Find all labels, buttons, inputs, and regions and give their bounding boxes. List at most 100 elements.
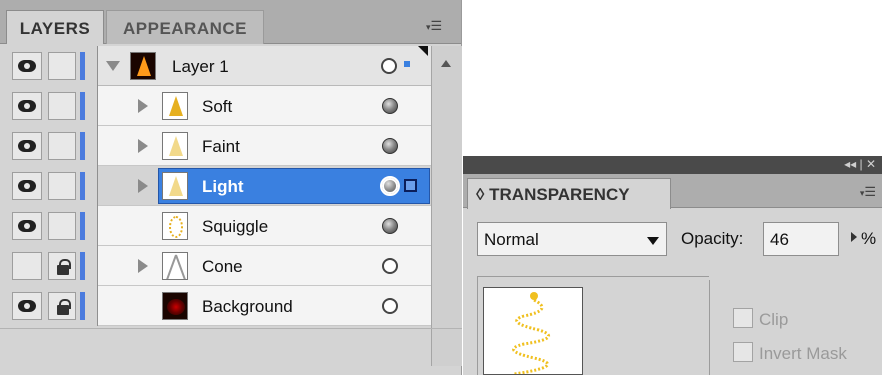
target-circle-icon[interactable]: [382, 258, 398, 274]
layer-row-body[interactable]: Faint: [98, 126, 431, 166]
layer-name[interactable]: Soft: [202, 97, 232, 117]
layer-name[interactable]: Faint: [202, 137, 240, 157]
layer-thumbnail: [130, 52, 156, 80]
transparency-tabbar: ◊ TRANSPARENCY ▾☰: [463, 174, 882, 209]
target-circle-icon[interactable]: [380, 176, 400, 196]
layer-thumbnail: [162, 92, 188, 120]
lock-toggle[interactable]: [48, 92, 76, 120]
layer-row-body[interactable]: Squiggle: [98, 206, 431, 246]
target-circle-icon[interactable]: [382, 218, 398, 234]
opacity-unit: %: [861, 229, 877, 248]
blend-mode-dropdown[interactable]: Normal: [477, 222, 667, 256]
eye-icon: [18, 180, 36, 192]
expand-triangle-icon[interactable]: [138, 139, 148, 153]
layer-row-cone[interactable]: Cone: [0, 246, 462, 286]
panel-menu-icon[interactable]: ▾☰: [426, 18, 442, 34]
visibility-toggle[interactable]: [12, 172, 42, 200]
lock-icon: [57, 299, 71, 315]
collapse-close-controls[interactable]: ◂◂ | ✕: [844, 157, 876, 171]
target-circle-icon[interactable]: [382, 138, 398, 154]
spiral-tree-icon: [512, 292, 551, 374]
clip-label: Clip: [759, 310, 789, 329]
selection-indicator[interactable]: [404, 179, 417, 192]
layer-thumbnail: [162, 132, 188, 160]
collapse-arrows-icon[interactable]: ◊: [476, 185, 484, 204]
tab-layers[interactable]: LAYERS: [6, 10, 104, 44]
layer-row-soft[interactable]: Soft: [0, 86, 462, 126]
layer-row-light[interactable]: Light: [0, 166, 462, 206]
layer-color-indicator: [80, 292, 85, 320]
layer-color-indicator: [80, 52, 85, 80]
current-layer-flag-icon: [418, 46, 428, 56]
target-circle-icon[interactable]: [382, 298, 398, 314]
target-circle-icon[interactable]: [381, 58, 397, 74]
clip-checkbox[interactable]: [733, 308, 753, 328]
eye-icon: [18, 220, 36, 232]
layer-thumbnail: [162, 252, 188, 280]
visibility-toggle[interactable]: [12, 292, 42, 320]
layer-row-body[interactable]: Soft: [98, 86, 431, 126]
layers-tabbar: LAYERS APPEARANCE ▾☰: [0, 0, 461, 44]
layer-name[interactable]: Squiggle: [202, 217, 268, 237]
layer-name[interactable]: Background: [202, 297, 293, 317]
eye-icon: [18, 140, 36, 152]
layers-scrollbar[interactable]: [431, 46, 462, 366]
layer-thumbnail: [162, 292, 188, 320]
selection-indicator: [404, 61, 410, 67]
panel-menu-icon[interactable]: ▾☰: [860, 184, 876, 200]
blend-mode-value: Normal: [484, 230, 539, 249]
layers-panel: LAYERS APPEARANCE ▾☰ Layer 1 Soft Faint …: [0, 0, 462, 375]
invert-mask-checkbox[interactable]: [733, 342, 753, 362]
layer-row-background[interactable]: Background: [0, 286, 462, 326]
opacity-input[interactable]: 46: [763, 222, 839, 256]
tab-transparency[interactable]: ◊ TRANSPARENCY: [467, 178, 671, 209]
lock-toggle[interactable]: [48, 292, 76, 320]
expand-triangle-icon[interactable]: [106, 61, 120, 71]
expand-triangle-icon[interactable]: [138, 259, 148, 273]
chevron-down-icon[interactable]: [647, 237, 659, 245]
visibility-toggle[interactable]: [12, 52, 42, 80]
lock-icon: [57, 259, 71, 275]
layer-thumbnail: [162, 172, 188, 200]
opacity-label: Opacity:: [681, 229, 744, 248]
layer-row-body[interactable]: Layer 1: [98, 46, 431, 86]
layer-row-squiggle[interactable]: Squiggle: [0, 206, 462, 246]
expand-triangle-icon[interactable]: [138, 179, 148, 193]
transparency-panel: ◂◂ | ✕ ◊ TRANSPARENCY ▾☰ Normal Opacity:…: [463, 156, 882, 375]
artwork-preview-thumbnail[interactable]: [483, 287, 583, 375]
layer-row-layer-1[interactable]: Layer 1: [0, 46, 462, 86]
eye-icon: [18, 100, 36, 112]
lock-toggle[interactable]: [48, 132, 76, 160]
lock-toggle[interactable]: [48, 252, 76, 280]
layer-name[interactable]: Cone: [202, 257, 243, 277]
opacity-value: 46: [770, 230, 789, 249]
visibility-toggle[interactable]: [12, 212, 42, 240]
expand-triangle-icon[interactable]: [138, 99, 148, 113]
visibility-toggle[interactable]: [12, 132, 42, 160]
lock-toggle[interactable]: [48, 172, 76, 200]
lock-toggle[interactable]: [48, 212, 76, 240]
visibility-toggle[interactable]: [12, 252, 42, 280]
layer-name[interactable]: Layer 1: [172, 57, 229, 77]
opacity-slider-arrow-icon[interactable]: [847, 228, 861, 248]
layer-color-indicator: [80, 252, 85, 280]
layer-row-faint[interactable]: Faint: [0, 126, 462, 166]
layer-color-indicator: [80, 92, 85, 120]
lock-toggle[interactable]: [48, 52, 76, 80]
eye-icon: [18, 60, 36, 72]
layer-row-body[interactable]: Background: [98, 286, 431, 326]
eye-icon: [18, 300, 36, 312]
panel-header-strip[interactable]: ◂◂ | ✕: [463, 156, 882, 174]
target-circle-icon[interactable]: [382, 98, 398, 114]
tab-appearance[interactable]: APPEARANCE: [106, 10, 264, 44]
layer-color-indicator: [80, 172, 85, 200]
layer-color-indicator: [80, 212, 85, 240]
layer-color-indicator: [80, 132, 85, 160]
layer-thumbnail: [162, 212, 188, 240]
layer-name[interactable]: Light: [202, 177, 244, 197]
invert-mask-label: Invert Mask: [759, 344, 847, 363]
visibility-toggle[interactable]: [12, 92, 42, 120]
layer-row-body[interactable]: Cone: [98, 246, 431, 286]
tab-transparency-label: TRANSPARENCY: [489, 185, 630, 204]
scroll-up-arrow-icon[interactable]: [441, 60, 451, 67]
